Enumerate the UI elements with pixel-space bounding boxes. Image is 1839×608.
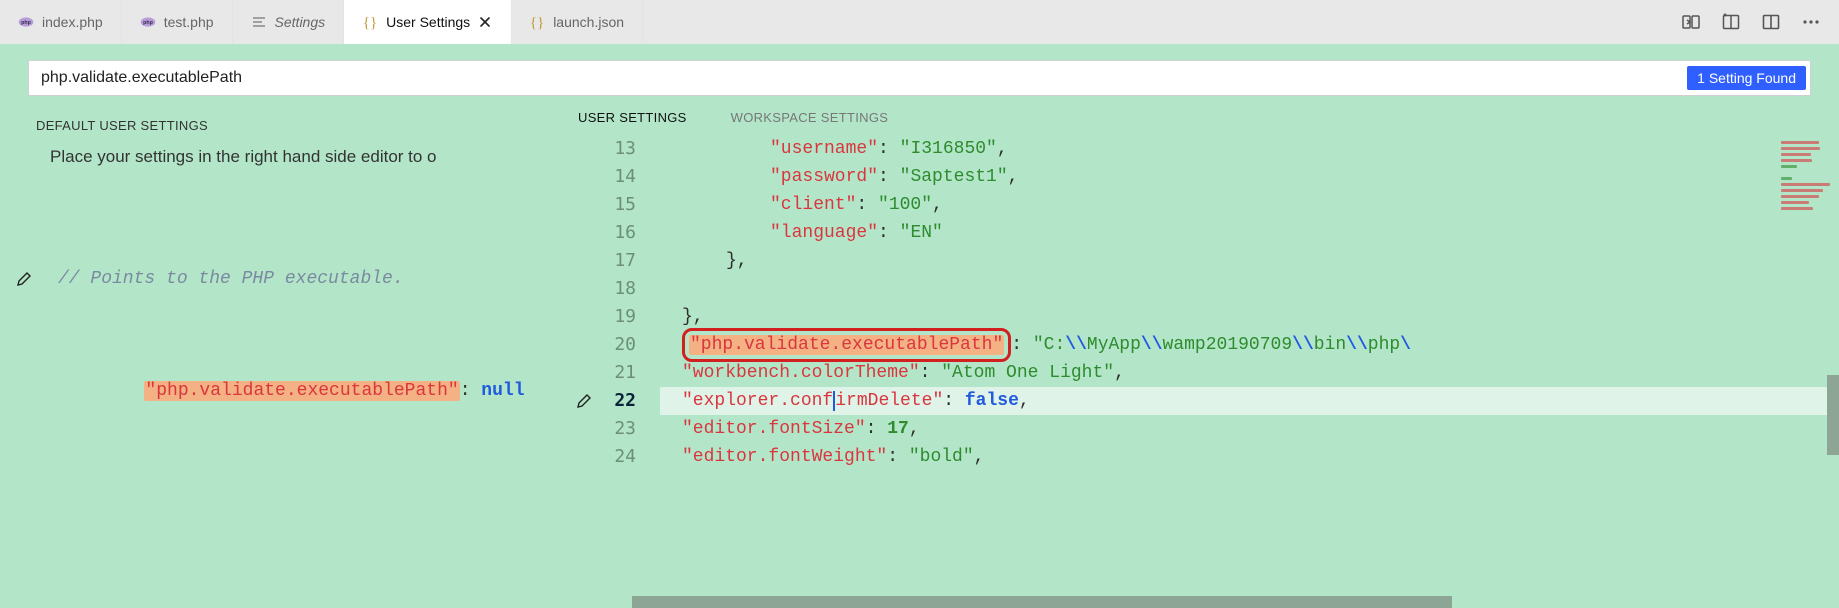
editor-title-actions: [1663, 0, 1839, 44]
line-number-gutter: 131415161718192021222324: [570, 135, 660, 608]
tab-test-php[interactable]: php test.php: [122, 0, 233, 44]
editor-tabs: php index.php php test.php Settings {} U…: [0, 0, 1839, 44]
close-icon[interactable]: [478, 15, 492, 29]
settings-columns: DEFAULT USER SETTINGS Place your setting…: [0, 104, 1839, 608]
horizontal-scrollbar[interactable]: [632, 596, 1825, 608]
setting-value: null: [481, 381, 524, 401]
tab-settings[interactable]: Settings: [233, 0, 345, 44]
line-number: 14: [570, 163, 636, 191]
svg-text:php: php: [21, 20, 32, 26]
user-settings-code[interactable]: "username": "I316850","password": "Sapte…: [660, 135, 1839, 608]
settings-search-row: 1 Setting Found: [0, 44, 1839, 104]
php-icon: php: [18, 14, 34, 30]
tab-label: test.php: [164, 14, 214, 30]
default-settings-panel: DEFAULT USER SETTINGS Place your setting…: [0, 104, 570, 608]
code-line[interactable]: [660, 275, 1839, 303]
code-line[interactable]: "client": "100",: [660, 191, 1839, 219]
code-line[interactable]: "php.validate.executablePath": "C:\\MyAp…: [660, 331, 1839, 359]
default-settings-desc: Place your settings in the right hand si…: [36, 143, 570, 181]
line-number: 17: [570, 247, 636, 275]
vertical-scrollbar[interactable]: [1827, 135, 1839, 608]
edit-pencil-icon[interactable]: [16, 215, 32, 231]
settings-search-wrap: 1 Setting Found: [28, 60, 1811, 96]
code-line[interactable]: "editor.fontWeight": "bold",: [660, 443, 1839, 471]
tab-label: launch.json: [553, 14, 624, 30]
workspace-settings-heading[interactable]: WORKSPACE SETTINGS: [731, 104, 889, 135]
code-line[interactable]: },: [660, 303, 1839, 331]
line-number: 24: [570, 443, 636, 471]
code-line[interactable]: "workbench.colorTheme": "Atom One Light"…: [660, 359, 1839, 387]
tab-label: User Settings: [386, 14, 470, 30]
braces-icon: {}: [529, 14, 545, 30]
line-number: 18: [570, 275, 636, 303]
tab-index-php[interactable]: php index.php: [0, 0, 122, 44]
php-icon: php: [140, 14, 156, 30]
line-number: 13: [570, 135, 636, 163]
setting-key-highlight: "php.validate.executablePath": [144, 381, 459, 401]
code-line[interactable]: "explorer.confirmDelete": false,: [660, 387, 1839, 415]
line-number: 21: [570, 359, 636, 387]
line-number: 16: [570, 219, 636, 247]
line-number: 15: [570, 191, 636, 219]
settings-found-badge: 1 Setting Found: [1687, 66, 1806, 90]
tab-user-settings[interactable]: {} User Settings: [344, 0, 511, 44]
edit-pencil-icon[interactable]: [576, 393, 592, 409]
line-number: 23: [570, 415, 636, 443]
code-line[interactable]: "password": "Saptest1",: [660, 163, 1839, 191]
tab-label: index.php: [42, 14, 103, 30]
line-number: 20: [570, 331, 636, 359]
default-settings-code[interactable]: // Points to the PHP executable. "php.va…: [36, 181, 570, 489]
user-settings-heading[interactable]: USER SETTINGS: [578, 104, 687, 135]
split-editor-icon[interactable]: [1721, 12, 1741, 32]
svg-text:php: php: [143, 20, 154, 26]
lines-icon: [251, 14, 267, 30]
tab-label: Settings: [275, 14, 326, 30]
code-line[interactable]: "language": "EN": [660, 219, 1839, 247]
line-number: 19: [570, 303, 636, 331]
code-line[interactable]: "editor.fontSize": 17,: [660, 415, 1839, 443]
default-settings-heading: DEFAULT USER SETTINGS: [36, 112, 570, 143]
user-settings-panel: USER SETTINGS WORKSPACE SETTINGS 1314151…: [570, 104, 1839, 608]
code-line[interactable]: "username": "I316850",: [660, 135, 1839, 163]
layout-icon[interactable]: [1761, 12, 1781, 32]
tab-launch-json[interactable]: {} launch.json: [511, 0, 643, 44]
highlighted-setting-key: "php.validate.executablePath": [682, 328, 1011, 362]
open-changes-icon[interactable]: [1681, 12, 1701, 32]
code-line[interactable]: },: [660, 247, 1839, 275]
svg-text:{}: {}: [530, 15, 544, 30]
code-comment: // Points to the PHP executable.: [58, 269, 404, 289]
settings-search-input[interactable]: [29, 63, 1687, 93]
more-icon[interactable]: [1801, 12, 1821, 32]
svg-text:{}: {}: [363, 15, 377, 30]
braces-icon: {}: [362, 14, 378, 30]
